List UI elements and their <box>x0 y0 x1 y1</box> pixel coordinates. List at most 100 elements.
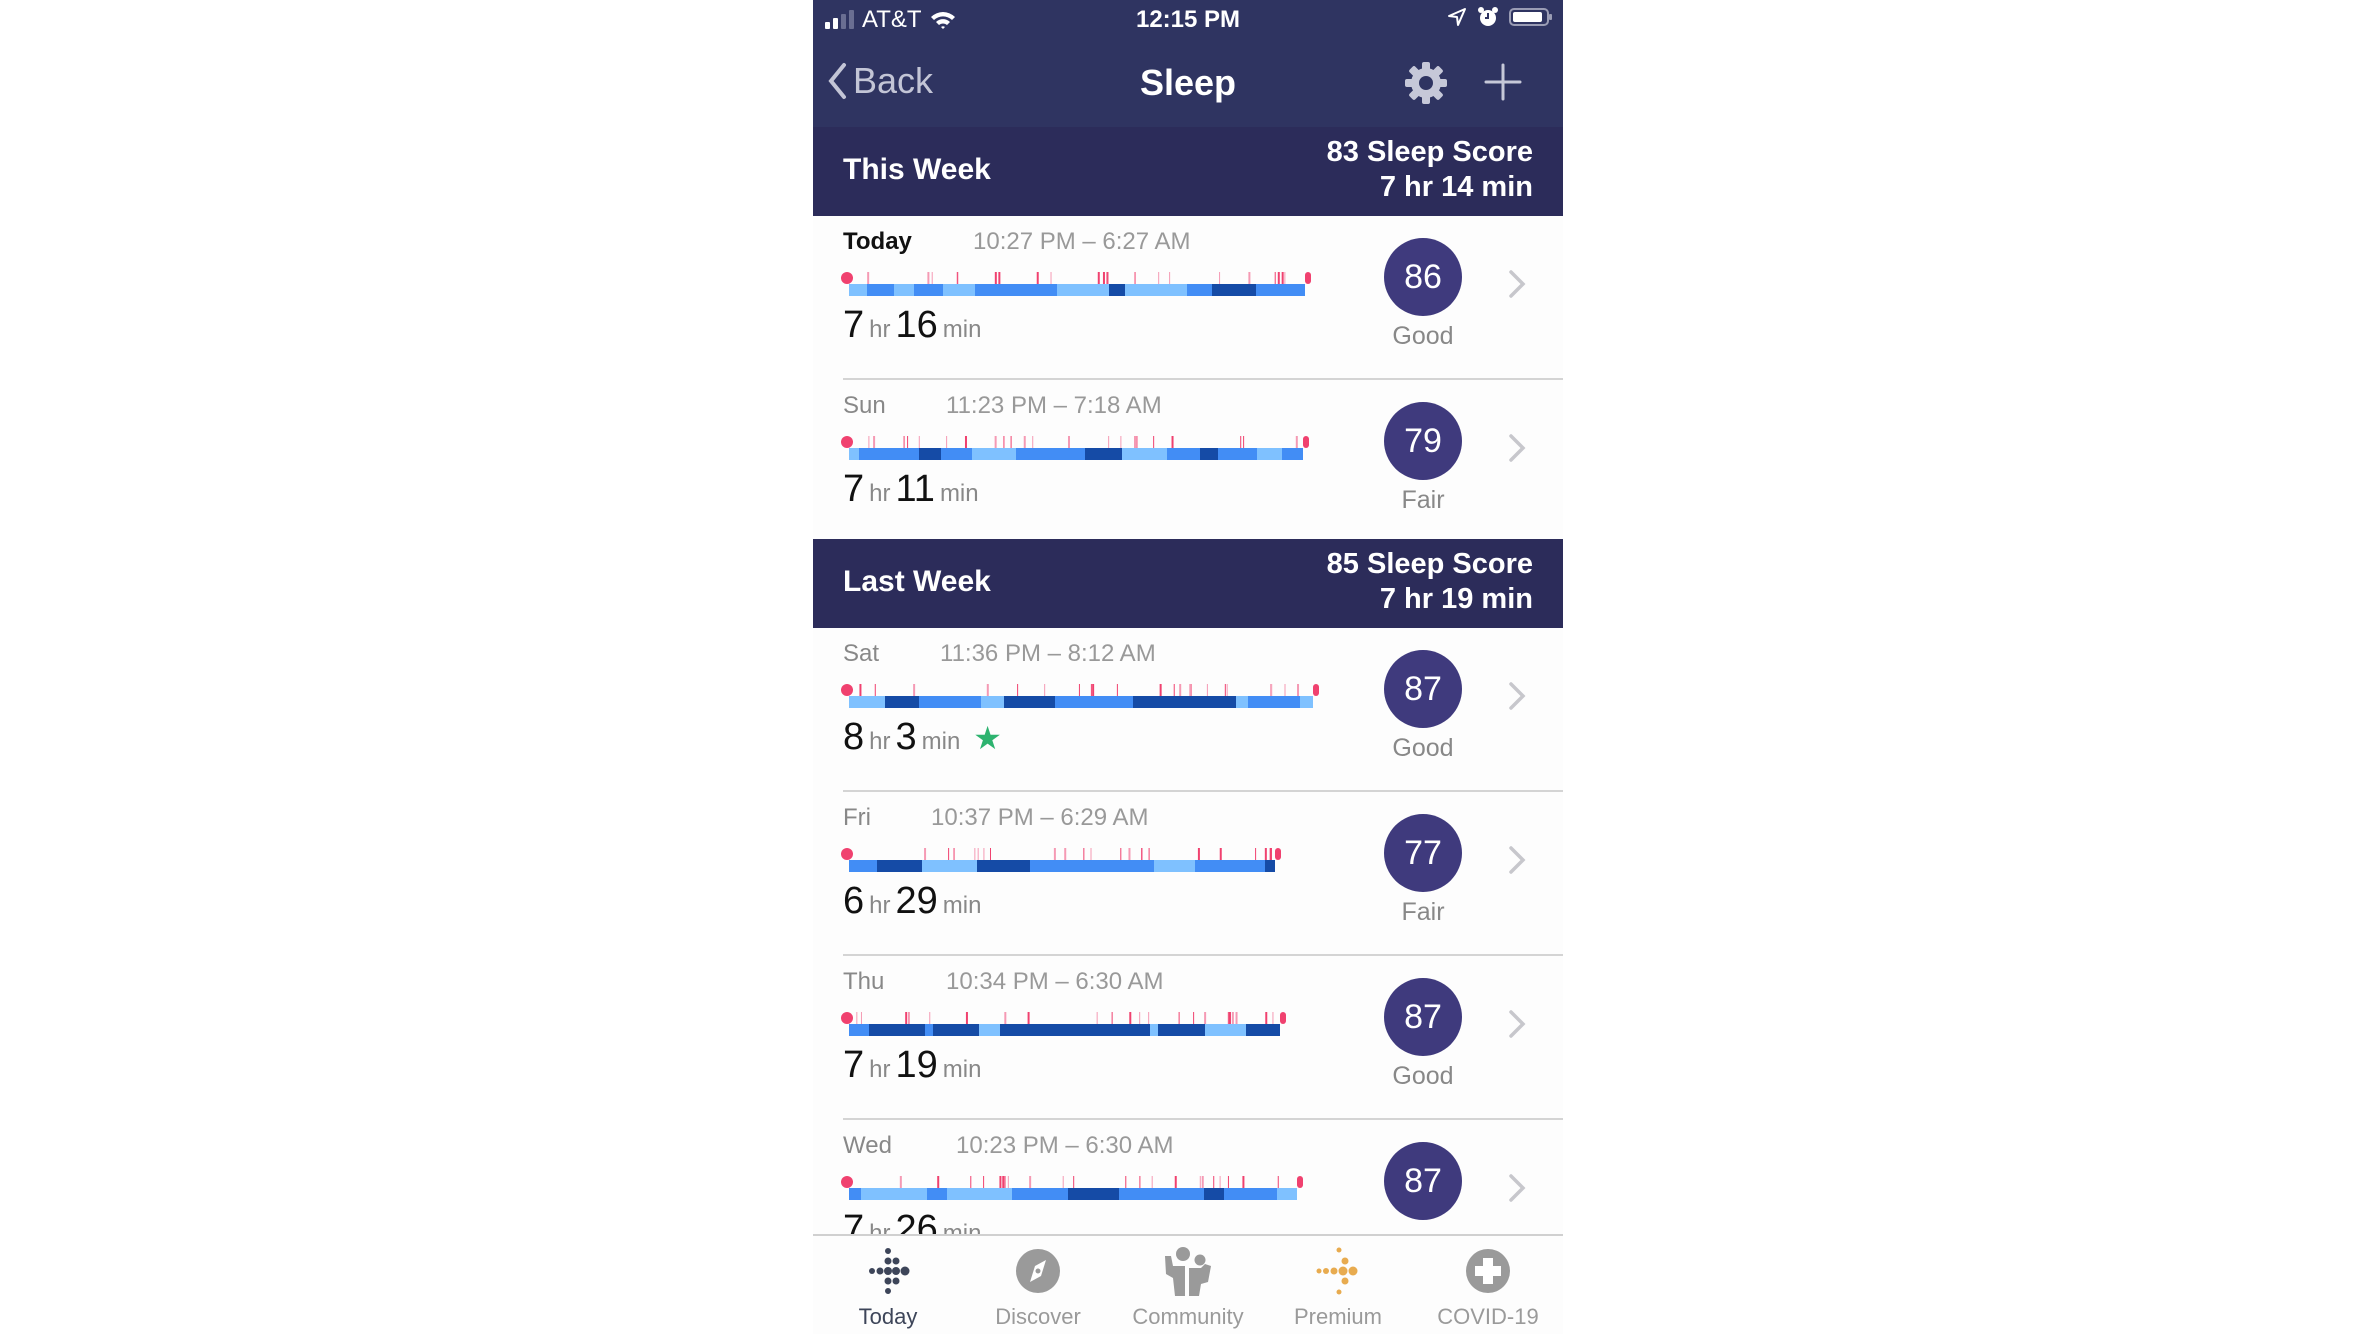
sleep-stage-segment <box>894 284 914 296</box>
sleep-stages-bar <box>841 1176 1303 1200</box>
plus-icon[interactable] <box>1483 62 1523 102</box>
awake-tick <box>1174 1176 1177 1188</box>
awake-tick <box>1204 1012 1207 1024</box>
awake-tick <box>998 272 1001 284</box>
awake-tick <box>999 1176 1002 1188</box>
sleep-stage-segment <box>1000 1024 1053 1036</box>
awake-tick <box>905 1012 908 1024</box>
week-duration: 7 hr 14 min <box>1379 171 1533 203</box>
awake-tick <box>1102 272 1105 284</box>
sleep-stage-segment <box>1052 860 1104 872</box>
awake-tick <box>931 272 933 284</box>
gear-icon[interactable] <box>1403 60 1449 106</box>
page-title: Sleep <box>1139 62 1237 103</box>
sleep-entry-row[interactable]: Sun 11:23 PM – 7:18 AM 7 hr 11 min 79 Fa… <box>813 380 1563 544</box>
tab-discover[interactable]: Discover <box>963 1236 1113 1334</box>
awake-tick <box>1169 272 1171 284</box>
week-score: 83 Sleep Score <box>1326 136 1533 168</box>
sleep-stages-bar <box>841 1012 1286 1036</box>
awake-tick <box>1139 1176 1141 1188</box>
tab-community[interactable]: Community <box>1113 1236 1263 1334</box>
tab-today[interactable]: Today <box>813 1236 963 1334</box>
sleep-entry-row[interactable]: Today 10:27 PM – 6:27 AM 7 hr 16 min 86 … <box>813 216 1563 380</box>
awake-tick <box>1173 684 1175 696</box>
sleep-stage-segment <box>1057 284 1065 296</box>
awake-tick <box>974 848 976 860</box>
sleep-stage-segment <box>1154 860 1180 872</box>
awake-tick <box>1226 684 1228 696</box>
entry-day: Wed <box>843 1132 892 1159</box>
sleep-stage-segment <box>971 696 981 708</box>
sleep-stage-segment <box>977 860 1030 872</box>
awake-tick <box>1141 848 1143 860</box>
sleep-stage-segment <box>933 1024 979 1036</box>
sleep-stage-segment <box>1248 696 1300 708</box>
week-score: 85 Sleep Score <box>1326 548 1533 580</box>
duration-hours: 7 <box>843 468 865 510</box>
awake-tick <box>1297 684 1300 696</box>
sleep-stage-segment <box>1053 1024 1109 1036</box>
awake-tick <box>1004 1012 1007 1024</box>
sleep-stages-bar <box>841 436 1309 460</box>
awake-tick <box>859 684 862 696</box>
awake-tick <box>1017 684 1019 696</box>
sleep-stage-segment <box>914 284 943 296</box>
duration-hr-unit: hr <box>869 728 891 755</box>
awake-marker <box>841 1012 853 1024</box>
fitbit-dots-icon <box>869 1248 910 1294</box>
entry-time-range: 10:37 PM – 6:29 AM <box>931 804 1149 831</box>
awake-tick <box>927 272 930 284</box>
sleep-entry-row[interactable]: Sat 11:36 PM – 8:12 AM 8 hr 3 min ★ 87 G… <box>813 628 1563 792</box>
awake-tick <box>1083 848 1085 860</box>
awake-tick <box>1096 1012 1098 1024</box>
sleep-stage-segment <box>849 1024 869 1036</box>
tab-premium[interactable]: Premium <box>1263 1236 1413 1334</box>
community-icon <box>1165 1247 1211 1296</box>
awake-tick <box>994 436 997 448</box>
tab-bar: Today Discover Community Premium COVID-1… <box>813 1234 1563 1334</box>
sleep-stage-segment <box>943 284 975 296</box>
sleep-entry-row[interactable]: Fri 10:37 PM – 6:29 AM 6 hr 29 min 77 Fa… <box>813 792 1563 956</box>
awake-tick <box>1272 1012 1274 1024</box>
entry-time-range: 11:23 PM – 7:18 AM <box>946 392 1162 419</box>
awake-tick <box>1235 1012 1238 1024</box>
awake-marker <box>1305 272 1311 284</box>
awake-tick <box>929 1012 931 1024</box>
sleep-stage-segment <box>1119 1188 1162 1200</box>
sleep-stage-segment <box>919 696 971 708</box>
sleep-stage-segment <box>927 1188 947 1200</box>
sleep-stage-segment <box>849 696 885 708</box>
duration-hr-unit: hr <box>869 1056 891 1083</box>
awake-tick <box>1206 684 1208 696</box>
awake-tick <box>860 1012 862 1024</box>
sleep-stage-segment <box>922 860 977 872</box>
awake-tick <box>1199 1176 1201 1188</box>
medical-cross-icon <box>1466 1249 1510 1293</box>
awake-tick <box>937 1176 940 1188</box>
sleep-stage-segment <box>1187 284 1212 296</box>
duration-minutes: 11 <box>895 468 935 510</box>
sleep-entry-row[interactable]: Thu 10:34 PM – 6:30 AM 7 hr 19 min 87 Go… <box>813 956 1563 1120</box>
awake-marker <box>841 848 853 860</box>
awake-tick <box>1134 272 1136 284</box>
sleep-stage-segment <box>1172 1024 1205 1036</box>
awake-tick <box>1197 848 1200 860</box>
sleep-stage-segment <box>1001 1188 1012 1200</box>
awake-tick <box>924 848 927 860</box>
awake-tick <box>1007 1176 1009 1188</box>
duration-min-unit: min <box>942 892 982 919</box>
duration-hours: 7 <box>843 1044 865 1086</box>
entry-day: Fri <box>843 804 871 831</box>
entry-time-range: 10:34 PM – 6:30 AM <box>946 968 1164 995</box>
awake-tick <box>1050 272 1052 284</box>
nav-bar: Back Sleep <box>813 40 1563 127</box>
entry-day: Sat <box>843 640 880 667</box>
awake-tick <box>1004 1176 1006 1188</box>
tab-covid-19[interactable]: COVID-19 <box>1413 1236 1563 1334</box>
awake-tick <box>1269 848 1272 860</box>
sleep-stage-segment <box>925 1024 933 1036</box>
sleep-stage-segment <box>1016 448 1061 460</box>
awake-tick <box>1284 272 1286 284</box>
sleep-stage-segment <box>849 1188 861 1200</box>
tab-label: Discover <box>995 1304 1081 1329</box>
